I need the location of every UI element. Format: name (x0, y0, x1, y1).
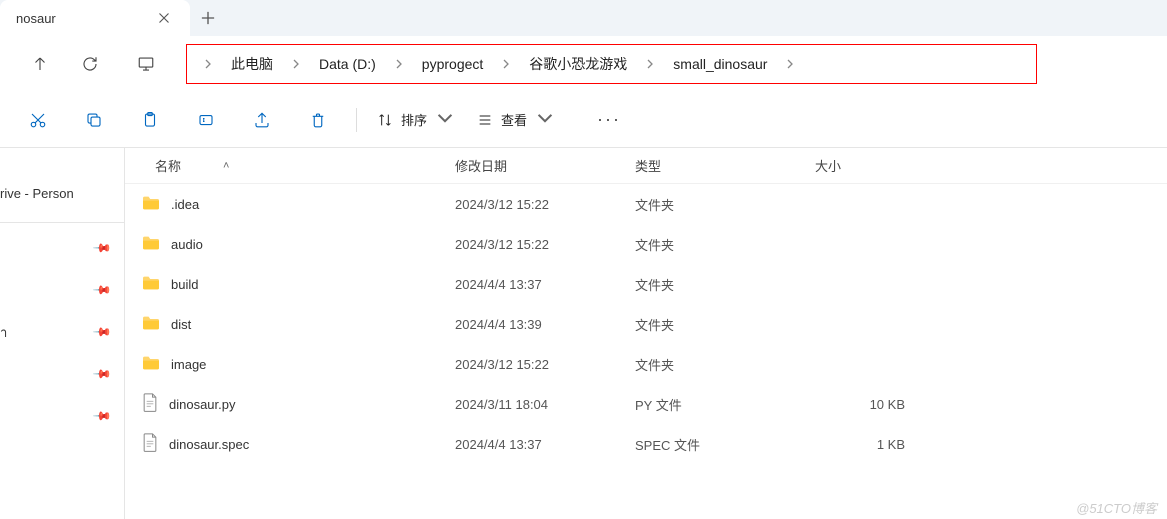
chevron-right-icon[interactable] (493, 59, 519, 69)
chevron-right-icon[interactable] (637, 59, 663, 69)
sidebar-item-drive[interactable]: rive - Person (0, 172, 124, 214)
folder-icon (141, 235, 161, 254)
sort-indicator-icon: ˄ (223, 160, 229, 172)
file-name: audio (171, 237, 203, 252)
chevron-right-icon[interactable] (386, 59, 412, 69)
file-type: 文件夹 (625, 355, 805, 374)
column-header-size[interactable]: 大小 (805, 156, 925, 175)
file-name: dinosaur.spec (169, 437, 249, 452)
file-type: PY 文件 (625, 395, 805, 414)
folder-icon (141, 315, 161, 334)
file-icon (141, 433, 159, 456)
copy-icon[interactable] (72, 102, 116, 138)
file-type: SPEC 文件 (625, 435, 805, 454)
breadcrumb-item[interactable]: 谷歌小恐龙游戏 (519, 50, 637, 78)
file-date: 2024/4/4 13:37 (445, 437, 625, 452)
breadcrumb-item[interactable]: small_dinosaur (663, 52, 777, 76)
delete-icon[interactable] (296, 102, 340, 138)
pin-icon: 📌 (92, 364, 112, 384)
content-area: rive - Person 📌 📌 า📌 📌 📌 名称 ˄ 修改日期 类型 大小… (0, 148, 1167, 519)
file-date: 2024/4/4 13:37 (445, 277, 625, 292)
chevron-down-icon (537, 110, 553, 129)
breadcrumb[interactable]: 此电脑 Data (D:) pyprogect 谷歌小恐龙游戏 small_di… (186, 44, 1037, 84)
rename-icon[interactable] (184, 102, 228, 138)
file-size: 1 KB (805, 437, 925, 452)
toolbar: 排序 查看 ··· (0, 92, 1167, 148)
watermark: @51CTO博客 (1076, 498, 1157, 517)
pin-icon: 📌 (92, 406, 112, 426)
breadcrumb-item[interactable]: Data (D:) (309, 52, 386, 76)
column-header-date[interactable]: 修改日期 (445, 156, 625, 175)
close-icon[interactable] (150, 4, 178, 32)
file-date: 2024/4/4 13:39 (445, 317, 625, 332)
column-headers: 名称 ˄ 修改日期 类型 大小 (125, 148, 1167, 184)
cut-icon[interactable] (16, 102, 60, 138)
chevron-right-icon[interactable] (777, 59, 803, 69)
view-label: 查看 (501, 110, 527, 129)
file-date: 2024/3/11 18:04 (445, 397, 625, 412)
chevron-right-icon[interactable] (283, 59, 309, 69)
file-row[interactable]: dinosaur.spec 2024/4/4 13:37SPEC 文件1 KB (125, 424, 1167, 464)
header-name-label: 名称 (155, 156, 181, 175)
sidebar-item-pinned[interactable]: 📌 (0, 395, 124, 437)
pin-icon: 📌 (92, 322, 112, 342)
file-type: 文件夹 (625, 235, 805, 254)
file-name: dinosaur.py (169, 397, 236, 412)
file-name: .idea (171, 197, 199, 212)
sort-button[interactable]: 排序 (365, 102, 465, 138)
column-header-name[interactable]: 名称 ˄ (125, 156, 445, 175)
more-button[interactable]: ··· (585, 102, 633, 138)
refresh-icon[interactable] (70, 44, 110, 84)
file-name: dist (171, 317, 191, 332)
sidebar-item-pinned[interactable]: า📌 (0, 311, 124, 353)
sidebar-item-pinned[interactable]: 📌 (0, 227, 124, 269)
folder-icon (141, 275, 161, 294)
sidebar-drive-label: rive - Person (0, 186, 110, 201)
file-row[interactable]: audio 2024/3/12 15:22文件夹 (125, 224, 1167, 264)
monitor-icon[interactable] (126, 44, 166, 84)
share-icon[interactable] (240, 102, 284, 138)
sidebar-item-pinned[interactable]: 📌 (0, 353, 124, 395)
file-row[interactable]: image 2024/3/12 15:22文件夹 (125, 344, 1167, 384)
tab-title: nosaur (16, 11, 150, 26)
file-list: 名称 ˄ 修改日期 类型 大小 .idea2024/3/12 15:22文件夹a… (125, 148, 1167, 519)
sidebar-item-pinned[interactable]: 📌 (0, 269, 124, 311)
file-size: 10 KB (805, 397, 925, 412)
breadcrumb-item[interactable]: 此电脑 (221, 50, 283, 78)
file-row[interactable]: dinosaur.py 2024/3/11 18:04PY 文件10 KB (125, 384, 1167, 424)
file-date: 2024/3/12 15:22 (445, 237, 625, 252)
up-icon[interactable] (20, 44, 60, 84)
chevron-right-icon[interactable] (195, 59, 221, 69)
file-name: image (171, 357, 206, 372)
file-date: 2024/3/12 15:22 (445, 197, 625, 212)
file-type: 文件夹 (625, 275, 805, 294)
tab-bar: nosaur (0, 0, 1167, 36)
new-tab-button[interactable] (190, 0, 226, 36)
pin-icon: 📌 (92, 280, 112, 300)
file-type: 文件夹 (625, 195, 805, 214)
nav-bar: 此电脑 Data (D:) pyprogect 谷歌小恐龙游戏 small_di… (0, 36, 1167, 92)
file-name: build (171, 277, 198, 292)
file-row[interactable]: dist 2024/4/4 13:39文件夹 (125, 304, 1167, 344)
separator (0, 222, 124, 223)
sort-label: 排序 (401, 110, 427, 129)
sidebar: rive - Person 📌 📌 า📌 📌 📌 (0, 148, 125, 519)
active-tab[interactable]: nosaur (0, 0, 190, 36)
file-row[interactable]: .idea 2024/3/12 15:22文件夹 (125, 184, 1167, 224)
pin-icon: 📌 (92, 238, 112, 258)
folder-icon (141, 355, 161, 374)
separator (356, 108, 357, 132)
view-button[interactable]: 查看 (465, 102, 565, 138)
column-header-type[interactable]: 类型 (625, 156, 805, 175)
folder-icon (141, 195, 161, 214)
file-date: 2024/3/12 15:22 (445, 357, 625, 372)
breadcrumb-item[interactable]: pyprogect (412, 52, 493, 76)
file-type: 文件夹 (625, 315, 805, 334)
file-row[interactable]: build 2024/4/4 13:37文件夹 (125, 264, 1167, 304)
file-icon (141, 393, 159, 416)
chevron-down-icon (437, 110, 453, 129)
paste-icon[interactable] (128, 102, 172, 138)
